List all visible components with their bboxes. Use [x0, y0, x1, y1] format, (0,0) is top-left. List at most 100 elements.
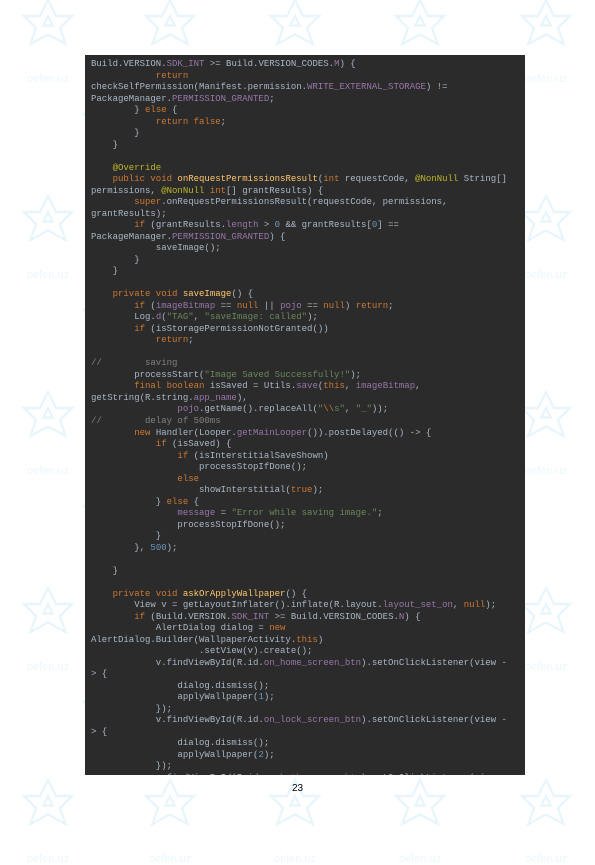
code-text: > [258, 220, 274, 230]
code-text: ( [145, 301, 156, 311]
code-text: () { [285, 589, 307, 599]
code-text: "TAG" [167, 312, 194, 322]
code-text: "Image Saved Successfully!" [204, 370, 350, 380]
code-text: true [291, 485, 313, 495]
code-text: (Build.VERSION. [145, 612, 231, 622]
code-text: ) [318, 635, 323, 645]
code-text: getMainLooper [237, 428, 307, 438]
code-text: (isStoragePermissionNotGranted()) [145, 324, 329, 334]
code-text: else [145, 105, 167, 115]
code-text: processStart( [91, 370, 204, 380]
code-text: ); [264, 750, 275, 760]
code-text: if [91, 301, 145, 311]
code-text: on_both_screen_btn [264, 773, 361, 775]
code-text: || [258, 301, 280, 311]
watermark-text: oefen.uz [8, 73, 88, 85]
code-text: "_" [356, 404, 372, 414]
code-text: new [91, 428, 150, 438]
code-text: this [323, 381, 345, 391]
code-text: save [296, 381, 318, 391]
code-text: } [91, 566, 118, 576]
code-text: } [91, 105, 145, 115]
code-text: super [91, 197, 161, 207]
code-text: saveImage [183, 289, 232, 299]
code-text: ) { [269, 232, 285, 242]
code-text: && grantResults[ [280, 220, 372, 230]
code-text: return [91, 71, 188, 81]
code-text: null [237, 301, 259, 311]
code-text: ; [377, 508, 382, 518]
code-text: ).setOnClickListener(view - [361, 715, 507, 725]
code-text: new [269, 623, 285, 633]
code-text: >= Build.VERSION_CODES. [204, 59, 334, 69]
watermark-text: oefen.uz [8, 661, 88, 673]
code-text: showInterstitial( [91, 485, 291, 495]
code-text: ) { [404, 612, 420, 622]
code-text: applyWallpaper( [91, 750, 258, 760]
code-text: private void [91, 289, 183, 299]
code-text: if [91, 220, 145, 230]
code-text: ) [345, 301, 356, 311]
code-text: ).setOnClickListener(view - [361, 773, 507, 775]
page-number: 23 [0, 783, 595, 794]
code-text: imageBitmap [156, 301, 215, 311]
code-text: null [464, 600, 486, 610]
code-text: // saving [91, 358, 177, 368]
code-text: int [323, 174, 339, 184]
code-text: public void [91, 174, 177, 184]
code-text: ] == [377, 220, 404, 230]
code-text: checkSelfPermission(Manifest.permission. [91, 82, 307, 92]
code-text: "saveImage: called" [204, 312, 307, 322]
code-text: (grantResults. [145, 220, 226, 230]
code-text: } [91, 140, 118, 150]
code-text: v.findViewById(R.id. [91, 715, 264, 725]
code-text: \\ [323, 404, 334, 414]
code-text: @NonNull [161, 186, 210, 196]
code-text: requestCode, [339, 174, 415, 184]
code-text: layout_set_on [383, 600, 453, 610]
code-text: ) { [339, 59, 355, 69]
code-text: > { [91, 669, 107, 679]
code-text: ) != [426, 82, 453, 92]
code-text: length [226, 220, 258, 230]
watermark-text: oefen.uz [8, 465, 88, 477]
code-text: { [188, 497, 199, 507]
watermark-text: oefen.uz [506, 853, 586, 865]
code-text: private void [91, 589, 183, 599]
code-text: View v = getLayoutInflater().inflate(R.l… [91, 600, 383, 610]
code-text: dialog.dismiss(); [91, 681, 269, 691]
code-block: Build.VERSION.SDK_INT >= Build.VERSION_C… [85, 55, 525, 775]
code-text: askOrApplyWallpaper [183, 589, 286, 599]
code-text: } [91, 128, 140, 138]
code-text: .setView(v).create(); [91, 646, 312, 656]
code-text: getString(R.string. [91, 393, 194, 403]
code-text: ); [167, 543, 178, 553]
code-text: String[] [458, 174, 512, 184]
code-text: ; [188, 335, 193, 345]
code-text: message [177, 508, 215, 518]
code-text: on_home_screen_btn [264, 658, 361, 668]
code-text: PERMISSION_GRANTED [172, 232, 269, 242]
code-text: .getName().replaceAll( [199, 404, 318, 414]
code-text: PackageManager. [91, 94, 172, 104]
code-text: int [210, 186, 226, 196]
code-text: if [91, 324, 145, 334]
code-text: ()).postDelayed(() -> { [307, 428, 431, 438]
code-text: }, [91, 543, 150, 553]
code-text: app_name [194, 393, 237, 403]
code-text: .onRequestPermissionsResult(requestCode,… [161, 197, 453, 207]
code-text: ); [264, 692, 275, 702]
code-text: () { [231, 289, 253, 299]
watermark-text: oefen.uz [130, 853, 210, 865]
code-text: saveImage(); [91, 243, 221, 253]
code-text: else [167, 497, 189, 507]
code-text: return false [91, 117, 221, 127]
code-text: grantResults); [91, 209, 167, 219]
code-text: pojo [177, 404, 199, 414]
code-text: WRITE_EXTERNAL_STORAGE [307, 82, 426, 92]
code-text: onRequestPermissionsResult [177, 174, 317, 184]
code-text: processStopIfDone(); [91, 520, 285, 530]
code-text: } [91, 497, 167, 507]
watermark-text: oefen.uz [380, 853, 460, 865]
code-text: this [296, 635, 318, 645]
